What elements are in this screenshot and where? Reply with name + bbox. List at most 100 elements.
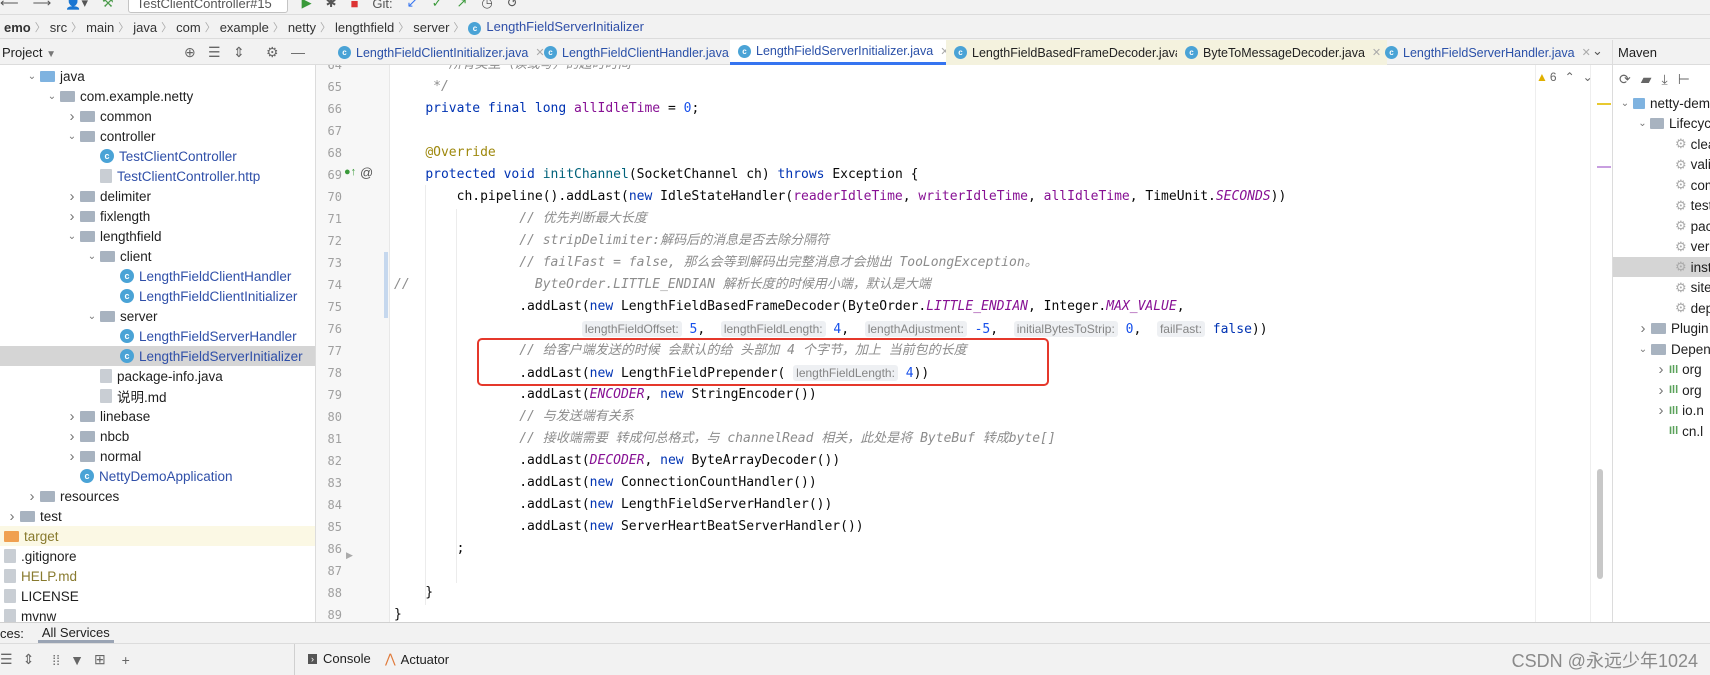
maven-item[interactable]: ⚙ site xyxy=(1613,278,1710,298)
error-stripe[interactable] xyxy=(1590,65,1612,622)
build-icon[interactable]: ⚒ xyxy=(102,0,114,11)
close-icon[interactable]: ✕ xyxy=(1582,46,1591,59)
tree-item[interactable]: › delimiter xyxy=(0,186,315,206)
maven-item[interactable]: ⌄ netty-dem xyxy=(1613,93,1710,113)
maven-item[interactable]: Ill cn.l xyxy=(1613,421,1710,441)
back-icon[interactable]: ⟵ xyxy=(0,0,19,11)
chevron-right-icon[interactable]: › xyxy=(4,508,20,525)
filter-icon[interactable]: ▼ xyxy=(70,652,84,668)
chevron-right-icon[interactable]: › xyxy=(64,108,80,125)
tree-item[interactable]: ⌄ com.example.netty xyxy=(0,86,315,106)
breadcrumb-item[interactable]: com xyxy=(172,20,205,35)
chevron-right-icon[interactable]: › xyxy=(1653,402,1669,419)
tree-item[interactable]: package-info.java xyxy=(0,366,315,386)
chevron-down-icon[interactable]: ⌄ xyxy=(1617,98,1633,109)
reload-icon[interactable]: ⟳ xyxy=(1619,71,1631,88)
maven-item[interactable]: ⚙clea xyxy=(1613,134,1710,154)
tree-item[interactable]: c TestClientController xyxy=(0,146,315,166)
tab-lengthfieldserverhandler-java[interactable]: c LengthFieldServerHandler.java ✕ xyxy=(1377,40,1597,65)
tab-lengthfieldclientinitializer-java[interactable]: c LengthFieldClientInitializer.java ✕ xyxy=(330,40,551,65)
maven-item[interactable]: ⚙pac xyxy=(1613,216,1710,236)
tree-item[interactable]: c LengthFieldClientHandler xyxy=(0,266,315,286)
breadcrumb-item[interactable]: lengthfield xyxy=(331,20,398,35)
user-icon[interactable]: 👤▾ xyxy=(65,0,88,11)
tree-item[interactable]: › common xyxy=(0,106,315,126)
breadcrumb-item[interactable]: java xyxy=(129,20,161,35)
info-mark[interactable] xyxy=(1597,166,1611,168)
tree-item[interactable]: ⌄ java xyxy=(0,66,315,86)
chevron-down-icon[interactable]: ⌄ xyxy=(64,231,80,242)
implements-icon[interactable]: ●↑ xyxy=(344,166,356,178)
expand-all-icon[interactable]: ☰ xyxy=(208,44,221,61)
add-icon[interactable]: + xyxy=(122,652,130,668)
tree-item[interactable]: ⌄ server xyxy=(0,306,315,326)
chevron-down-icon[interactable]: ⌄ xyxy=(84,251,100,262)
chevron-down-icon[interactable]: ⌄ xyxy=(1635,118,1650,129)
minimize-icon[interactable]: — xyxy=(291,44,305,60)
tree-item[interactable]: › resources xyxy=(0,486,315,506)
run-config-dropdown[interactable]: TestClientController#15 xyxy=(127,0,288,13)
next-highlight-icon[interactable]: ⌄ xyxy=(1583,70,1593,84)
more-icon[interactable]: ⊢ xyxy=(1678,71,1690,88)
git-rollback-icon[interactable]: ↺ xyxy=(507,0,518,11)
git-push-icon[interactable]: ↗ xyxy=(456,0,467,11)
collapse-all-icon[interactable]: ⇕ xyxy=(233,44,245,61)
maven-item[interactable]: ⚙ inst xyxy=(1613,257,1710,277)
chevron-down-icon[interactable]: ⌄ xyxy=(44,91,60,102)
breadcrumb-current-file[interactable]: c LengthFieldServerInitializer xyxy=(464,19,648,35)
scrollbar-thumb[interactable] xyxy=(1597,469,1603,579)
run-icon[interactable]: ▶ xyxy=(302,0,312,11)
git-commit-icon[interactable]: ✓ xyxy=(432,0,443,11)
collapse-icon[interactable]: ⇕ xyxy=(23,651,35,668)
chevron-right-icon[interactable]: › xyxy=(1653,382,1669,399)
chevron-right-icon[interactable]: › xyxy=(64,448,80,465)
add-project-icon[interactable]: ▰ xyxy=(1641,71,1652,88)
tree-item[interactable]: ⌄ client xyxy=(0,246,315,266)
gear-icon[interactable]: ⚙ xyxy=(266,44,279,61)
git-history-icon[interactable]: ◷ xyxy=(481,0,492,11)
maven-item[interactable]: ⌄ Lifecyc xyxy=(1613,114,1710,134)
tree-item[interactable]: mvnw xyxy=(0,606,315,622)
inspection-widget[interactable]: ▲ 6 ⌃ ⌄ xyxy=(1536,70,1593,84)
tab-bytetomessagedecoder-java[interactable]: c ByteToMessageDecoder.java ✕ xyxy=(1177,40,1388,65)
download-icon[interactable]: ⤓ xyxy=(1662,71,1668,88)
stop-icon[interactable]: ■ xyxy=(351,0,359,11)
chevron-right-icon[interactable]: › xyxy=(64,188,80,205)
maven-item[interactable]: ⚙ vali xyxy=(1613,155,1710,175)
chevron-down-icon[interactable]: ⌄ xyxy=(84,311,100,322)
group-icon[interactable]: ⁞⁞ xyxy=(52,652,60,668)
chevron-right-icon[interactable]: › xyxy=(24,488,40,505)
debug-icon[interactable]: ✱ xyxy=(326,0,337,11)
tree-item[interactable]: target xyxy=(0,526,315,546)
tab-lengthfieldbasedframedecoder-java[interactable]: cLengthFieldBasedFrameDecoder.java✕ xyxy=(946,40,1205,65)
maven-item[interactable]: ⚙veri xyxy=(1613,237,1710,257)
tree-item[interactable]: c LengthFieldServerInitializer xyxy=(0,346,315,366)
tree-item[interactable]: TestClientController.http xyxy=(0,166,315,186)
tab-lengthfieldclienthandler-java[interactable]: cLengthFieldClientHandler.java✕ xyxy=(536,40,751,65)
tree-item[interactable]: ⌄ controller xyxy=(0,126,315,146)
tree-item[interactable]: c NettyDemoApplication xyxy=(0,466,315,486)
chevron-down-icon[interactable]: ⌄ xyxy=(24,71,40,82)
tab-all-services[interactable]: All Services xyxy=(37,623,114,643)
maven-item[interactable]: › Plugin xyxy=(1613,319,1710,339)
warning-mark[interactable] xyxy=(1597,103,1611,105)
maven-item[interactable]: ⚙com xyxy=(1613,175,1710,195)
tree-item[interactable]: › normal xyxy=(0,446,315,466)
tab-list-chevron-icon[interactable]: ⌄ xyxy=(1592,43,1603,59)
maven-item[interactable]: › Ill org xyxy=(1613,360,1710,380)
tree-item[interactable]: › test xyxy=(0,506,315,526)
chevron-right-icon[interactable]: › xyxy=(64,428,80,445)
expand-icon[interactable]: ☰ xyxy=(0,651,13,668)
tree-item[interactable]: ⌄ lengthfield xyxy=(0,226,315,246)
breadcrumb-item[interactable]: emo xyxy=(0,20,35,35)
prev-highlight-icon[interactable]: ⌃ xyxy=(1565,70,1575,84)
tree-item[interactable]: HELP.md xyxy=(0,566,315,586)
tab-lengthfieldserverinitializer-java[interactable]: c LengthFieldServerInitializer.java ✕ xyxy=(730,40,956,65)
breadcrumb-item[interactable]: main xyxy=(82,20,118,35)
maven-item[interactable]: ⌄ Depen xyxy=(1613,339,1710,359)
chevron-right-icon[interactable]: › xyxy=(1635,320,1651,337)
maven-item[interactable]: ⚙dep xyxy=(1613,298,1710,318)
maven-item[interactable]: ⚙test xyxy=(1613,196,1710,216)
tab-console[interactable]: › Console xyxy=(308,651,371,666)
breadcrumb-item[interactable]: example xyxy=(216,20,273,35)
